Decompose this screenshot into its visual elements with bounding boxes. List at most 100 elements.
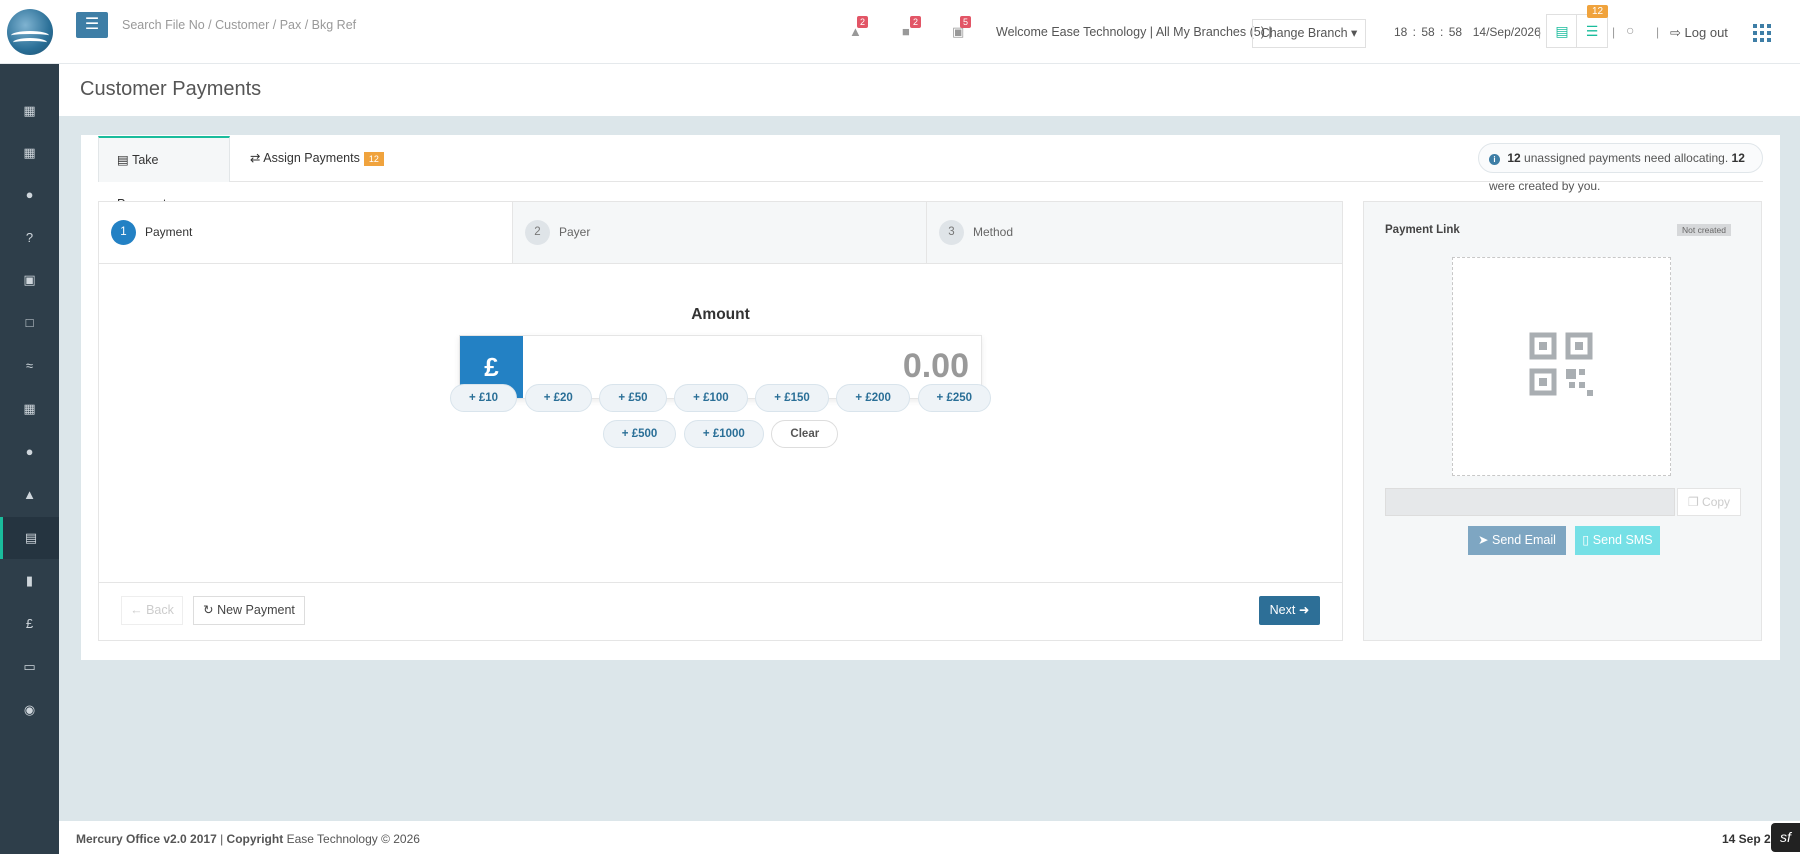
step-number: 1 — [111, 220, 136, 245]
clear-amount-button[interactable]: Clear — [771, 420, 839, 448]
menu-toggle-button[interactable]: ☰ — [76, 12, 108, 38]
created-text: were created by you. — [1489, 179, 1601, 193]
image-icon[interactable]: ▣ — [0, 259, 59, 301]
step-number: 2 — [525, 220, 550, 245]
divider: | — [1612, 25, 1616, 39]
send-sms-label: Send SMS — [1592, 533, 1653, 547]
clock-time: 18 : 58 : 58 — [1394, 25, 1463, 39]
payment-link-card: Payment Link Not created ❐ Copy ➤ Send E… — [1363, 201, 1762, 641]
add-100-button[interactable]: + £100 — [674, 384, 748, 412]
apps-grid-icon[interactable] — [1753, 24, 1771, 42]
qr-code-placeholder — [1452, 257, 1671, 476]
change-branch-dropdown[interactable]: Change Branch ▾ — [1252, 19, 1366, 48]
add-50-button[interactable]: + £50 — [599, 384, 667, 412]
add-20-button[interactable]: + £20 — [524, 384, 592, 412]
dashboard-icon[interactable]: ▦ — [0, 90, 59, 132]
wizard-footer: ← Back ↻ New Payment Next ➜ — [99, 582, 1342, 640]
refresh-icon: ↻ — [203, 603, 214, 617]
list-view-icon[interactable]: ☰ — [1576, 14, 1608, 48]
caret-down-icon: ▾ — [1351, 26, 1358, 40]
card-icon: ▤ — [117, 153, 129, 167]
copy-icon: ❐ — [1687, 495, 1699, 509]
amount-label: Amount — [691, 306, 750, 323]
add-10-button[interactable]: + £10 — [449, 384, 518, 412]
product-version: Mercury Office v2.0 2017 — [76, 832, 217, 846]
arrow-right-icon: ➜ — [1298, 603, 1310, 617]
send-email-button[interactable]: ➤ Send Email — [1468, 526, 1566, 555]
unassigned-count: 12 — [1507, 151, 1521, 165]
shuffle-icon: ⇄ — [250, 151, 261, 165]
payment-link-title: Payment Link — [1385, 224, 1460, 236]
unassigned-text: unassigned payments need allocating. — [1524, 151, 1729, 165]
step-payment[interactable]: 1 Payment — [99, 202, 513, 263]
notification-badge: 2 — [857, 16, 869, 28]
clock: 18 : 58 : 58 14/Sep/2026 — [1394, 25, 1541, 39]
send-sms-button[interactable]: ▯ Send SMS — [1575, 526, 1660, 555]
divider: | — [1656, 25, 1660, 39]
next-button[interactable]: Next ➜ — [1259, 596, 1320, 625]
add-500-button[interactable]: + £500 — [602, 420, 677, 448]
back-button[interactable]: ← Back — [121, 596, 183, 625]
help-icon[interactable]: ? — [0, 217, 59, 259]
logout-label: Log out — [1684, 25, 1728, 40]
tab-label: Assign Payments — [263, 151, 360, 165]
page-footer: Mercury Office v2.0 2017 | Copyright Eas… — [59, 821, 1800, 854]
documents-icon[interactable]: □ — [0, 302, 59, 344]
next-label: Next — [1269, 603, 1296, 617]
building-icon[interactable]: ▮ — [0, 560, 59, 602]
paper-plane-icon: ➤ — [1478, 533, 1489, 547]
globe-icon[interactable]: ◉ — [0, 689, 59, 731]
step-payer[interactable]: 2 Payer — [513, 202, 927, 263]
footer-copyright: Mercury Office v2.0 2017 | Copyright Eas… — [76, 832, 420, 846]
copy-button[interactable]: ❐ Copy — [1677, 488, 1741, 516]
handshake-icon[interactable]: ≈ — [0, 345, 59, 387]
quick-amounts-row: + £500 + £1000 Clear — [99, 420, 1342, 448]
widgets-icon[interactable]: ▦ — [0, 132, 59, 174]
back-label: Back — [146, 603, 174, 617]
calendar-icon[interactable]: ▦ — [0, 388, 59, 430]
page-title: Customer Payments — [80, 78, 262, 100]
new-payment-label: New Payment — [217, 603, 295, 617]
bell-icon[interactable]: ▲ 2 — [849, 16, 869, 39]
add-200-button[interactable]: + £200 — [836, 384, 910, 412]
group-icon[interactable]: ● — [0, 431, 59, 473]
company-logo[interactable] — [7, 9, 53, 55]
users-icon[interactable]: ● — [0, 174, 59, 216]
sitemap-icon[interactable]: ▲ — [0, 474, 59, 516]
clock-date: 14/Sep/2026 — [1472, 25, 1541, 39]
qr-code-icon — [1529, 332, 1593, 396]
amount-value[interactable]: 0.00 — [903, 347, 969, 386]
symfony-toolbar-icon[interactable]: sf — [1771, 823, 1800, 852]
add-150-button[interactable]: + £150 — [755, 384, 829, 412]
welcome-text: Welcome Ease Technology | All My Branche… — [996, 25, 1272, 39]
tab-take-payment[interactable]: ▤ Take Payment — [98, 136, 230, 211]
global-search-input[interactable]: Search File No / Customer / Pax / Bkg Re… — [122, 18, 356, 32]
mobile-icon: ▯ — [1582, 533, 1590, 547]
pound-icon[interactable]: £ — [0, 603, 59, 645]
arrow-left-icon: ← — [130, 603, 143, 617]
copyright-text: Ease Technology © 2026 — [286, 832, 420, 846]
add-1000-button[interactable]: + £1000 — [683, 420, 764, 448]
chat-icon[interactable]: ○ — [1626, 22, 1634, 38]
copyright-label: Copyright — [226, 832, 284, 846]
card-view-icon[interactable]: ▤ — [1546, 14, 1578, 48]
add-250-button[interactable]: + £250 — [917, 384, 992, 412]
credit-card-icon[interactable]: ▤ — [0, 517, 59, 559]
quick-amounts-row: + £10 + £20 + £50 + £100 + £150 + £200 +… — [99, 384, 1342, 412]
page-header: Customer Payments — [59, 64, 1800, 116]
payment-link-field[interactable] — [1385, 488, 1675, 516]
copy-label: Copy — [1702, 495, 1731, 509]
wizard-steps: 1 Payment 2 Payer 3 Method — [99, 202, 1342, 264]
top-header: ☰ Search File No / Customer / Pax / Bkg … — [0, 0, 1800, 64]
logout-button[interactable]: ⇨ Log out — [1670, 25, 1728, 41]
step-label: Method — [973, 225, 1014, 239]
new-payment-button[interactable]: ↻ New Payment — [193, 596, 305, 625]
file-icon[interactable]: ■ 2 — [902, 16, 922, 39]
files-icon[interactable]: ▣ 5 — [952, 16, 972, 39]
info-icon: i — [1489, 154, 1500, 165]
step-method[interactable]: 3 Method — [927, 202, 1342, 263]
tab-assign-payments[interactable]: ⇄ Assign Payments 12 — [232, 136, 402, 182]
unassigned-info: i 12 unassigned payments need allocating… — [1478, 143, 1763, 193]
change-branch-label: Change Branch — [1260, 26, 1348, 40]
laptop-icon[interactable]: ▭ — [0, 646, 59, 688]
